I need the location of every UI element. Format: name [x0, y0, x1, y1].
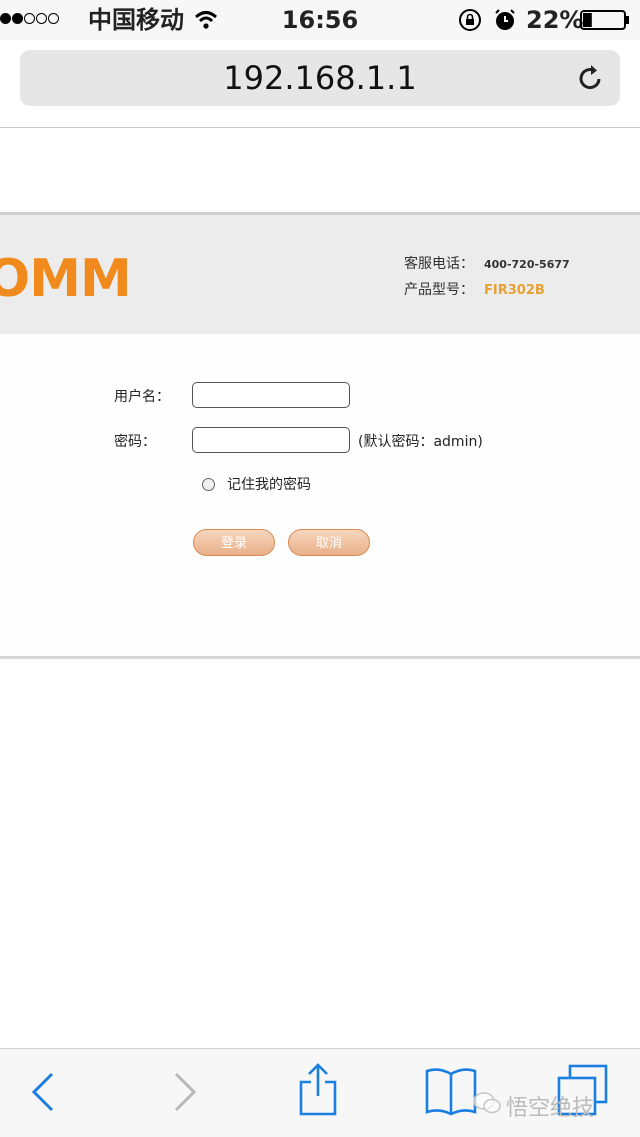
- password-label: 密码：: [114, 434, 156, 450]
- back-icon[interactable]: [30, 1072, 56, 1112]
- forward-icon[interactable]: [172, 1072, 198, 1112]
- rotation-lock-icon: [459, 9, 481, 31]
- share-icon[interactable]: [298, 1062, 338, 1118]
- model-value: FIR302B: [484, 283, 545, 298]
- address-bar[interactable]: 192.168.1.1: [20, 50, 620, 106]
- battery-icon: [580, 10, 629, 30]
- watermark-text: 悟空绝技: [506, 1096, 595, 1121]
- bookmarks-icon[interactable]: [424, 1066, 478, 1116]
- reload-icon[interactable]: [574, 62, 606, 94]
- wechat-watermark-icon: [473, 1092, 501, 1114]
- battery-percent: 22%: [526, 6, 584, 34]
- default-password-hint: (默认密码：admin): [358, 434, 483, 450]
- status-bar: 中国移动 16:56 22%: [0, 0, 640, 40]
- address-divider: [0, 127, 640, 128]
- service-phone-value: 400-720-5677: [484, 258, 570, 271]
- model-row: 产品型号： FIR302B: [404, 279, 545, 299]
- username-label: 用户名：: [114, 389, 170, 405]
- password-input[interactable]: [192, 427, 350, 453]
- signal-strength-icon: [0, 13, 59, 27]
- remember-password-option[interactable]: 记住我的密码: [202, 474, 311, 494]
- username-input[interactable]: [192, 382, 350, 408]
- service-phone-row: 客服电话： 400-720-5677: [404, 253, 570, 273]
- cancel-button[interactable]: 取消: [288, 529, 370, 556]
- login-button[interactable]: 登录: [193, 529, 275, 556]
- clock: 16:56: [281, 6, 359, 34]
- model-label: 产品型号：: [404, 282, 474, 298]
- form-divider: [0, 656, 640, 659]
- alarm-icon: [495, 9, 515, 30]
- wifi-icon: [194, 11, 218, 29]
- url-text[interactable]: 192.168.1.1: [20, 50, 620, 106]
- remember-password-label[interactable]: 记住我的密码: [227, 474, 311, 494]
- router-header: OMM 客服电话： 400-720-5677 产品型号： FIR302B: [0, 212, 640, 334]
- carrier-name: 中国移动: [88, 6, 184, 34]
- service-phone-label: 客服电话：: [404, 256, 474, 272]
- remember-password-radio[interactable]: [202, 477, 215, 491]
- brand-logo: OMM: [0, 249, 132, 309]
